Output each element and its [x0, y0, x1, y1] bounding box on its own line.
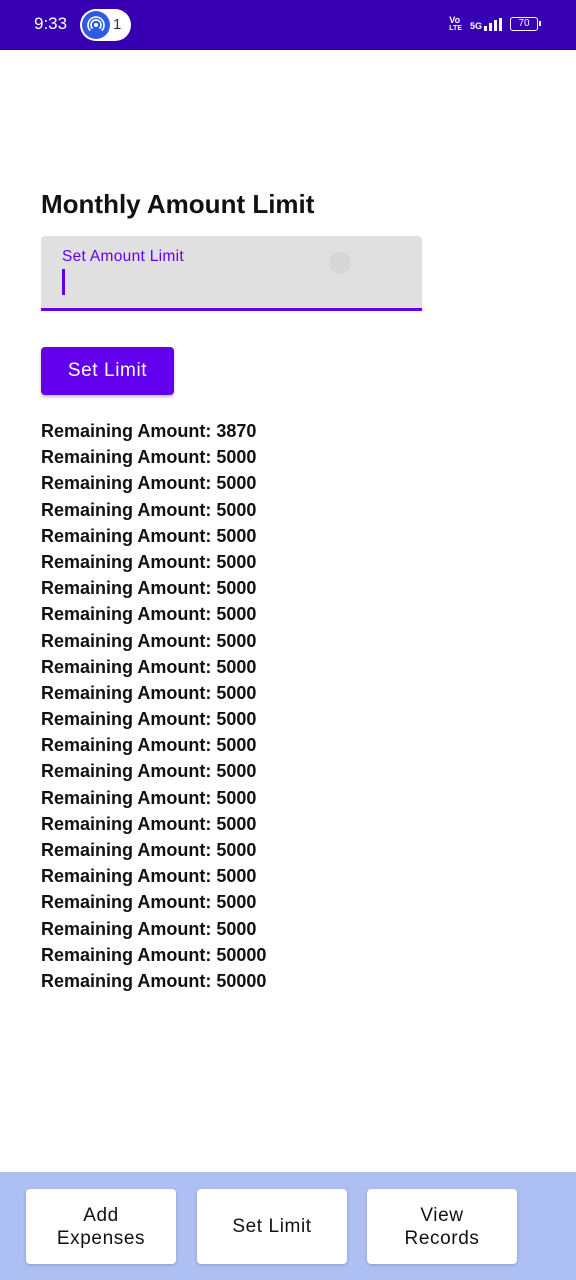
remaining-amount-row: Remaining Amount: 5000 [41, 656, 257, 677]
remaining-amount-row: Remaining Amount: 5000 [41, 473, 257, 494]
remaining-amount-row: Remaining Amount: 5000 [41, 918, 257, 939]
amount-limit-input[interactable] [62, 270, 392, 296]
remaining-amount-row: Remaining Amount: 5000 [41, 630, 257, 651]
status-icons: Vo LTE 5G 70 [449, 15, 541, 33]
hotspot-icon [82, 11, 110, 39]
remaining-amount-row: Remaining Amount: 5000 [41, 787, 257, 808]
remaining-amount-row: Remaining Amount: 5000 [41, 892, 257, 913]
remaining-amount-row: Remaining Amount: 3870 [41, 421, 257, 441]
page-title: Monthly Amount Limit [41, 189, 315, 219]
remaining-amount-row: Remaining Amount: 50000 [41, 944, 267, 965]
remaining-amount-row: Remaining Amount: 50000 [41, 970, 267, 991]
status-bar: 9:33 1 Vo LTE 5G 70 [0, 0, 576, 50]
battery-icon: 70 [510, 17, 541, 31]
amount-limit-label: Set Amount Limit [62, 248, 184, 265]
add-expenses-button[interactable]: Add Expenses [26, 1189, 176, 1264]
view-records-label-line1: View [420, 1204, 464, 1226]
amount-limit-field[interactable]: Set Amount Limit [41, 236, 422, 311]
bottom-nav: Add Expenses Set Limit View Records [0, 1172, 576, 1280]
text-cursor [62, 269, 65, 295]
network-type-label: 5G [469, 20, 482, 31]
notification-count: 1 [113, 16, 122, 33]
volte-indicator: Vo LTE [449, 15, 462, 33]
volte-label: Vo [449, 15, 461, 25]
remaining-amount-row: Remaining Amount: 5000 [41, 813, 257, 834]
remaining-amount-row: Remaining Amount: 5000 [41, 709, 257, 730]
remaining-amount-row: Remaining Amount: 5000 [41, 866, 257, 887]
remaining-amount-row: Remaining Amount: 5000 [41, 447, 257, 468]
remaining-amount-row: Remaining Amount: 5000 [41, 735, 257, 756]
set-limit-nav-button[interactable]: Set Limit [197, 1189, 347, 1264]
remaining-amount-list: Remaining Amount: 3870 Remaining Amount: … [41, 420, 266, 996]
view-records-label-line2: Records [404, 1227, 480, 1249]
add-expenses-label-line2: Expenses [56, 1227, 146, 1249]
set-limit-nav-label: Set Limit [232, 1216, 312, 1237]
status-time: 9:33 [34, 14, 68, 33]
remaining-amount-row: Remaining Amount: 5000 [41, 499, 257, 520]
battery-level: 70 [518, 18, 530, 29]
remaining-amount-row: Remaining Amount: 5000 [41, 604, 257, 625]
add-expenses-label-line1: Add [83, 1204, 119, 1226]
signal-icon: 5G [469, 17, 502, 31]
set-limit-button[interactable]: Set Limit [41, 347, 174, 395]
notification-chip[interactable]: 1 [80, 9, 131, 41]
remaining-amount-row: Remaining Amount: 5000 [41, 525, 257, 546]
remaining-amount-row: Remaining Amount: 5000 [41, 682, 257, 703]
lte-label: LTE [449, 25, 462, 32]
remaining-amount-row: Remaining Amount: 5000 [41, 551, 257, 572]
view-records-button[interactable]: View Records [367, 1189, 517, 1264]
remaining-amount-row: Remaining Amount: 5000 [41, 840, 257, 860]
remaining-amount-row: Remaining Amount: 5000 [41, 761, 257, 782]
remaining-amount-row: Remaining Amount: 5000 [41, 578, 257, 599]
